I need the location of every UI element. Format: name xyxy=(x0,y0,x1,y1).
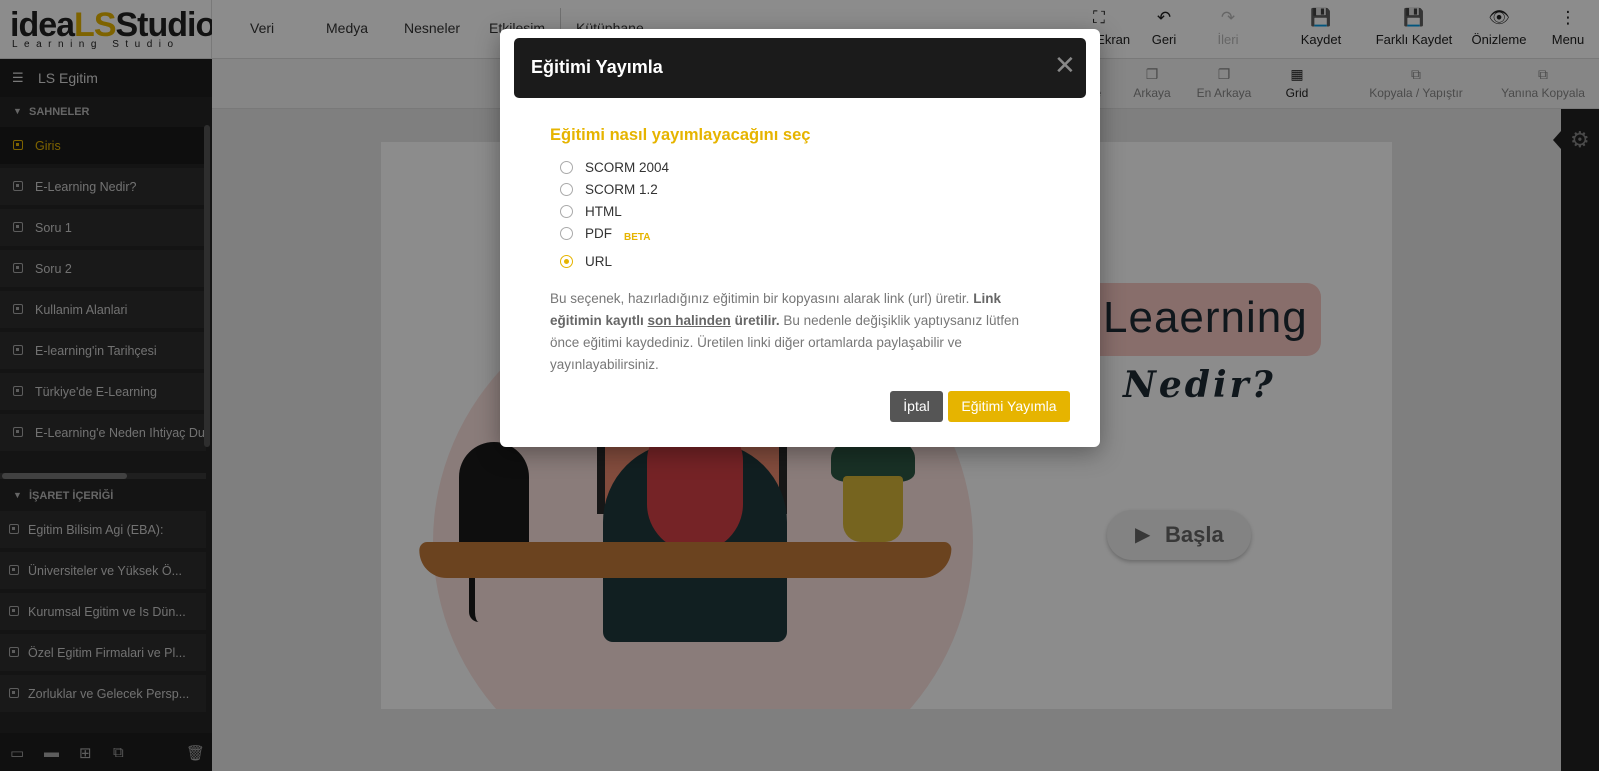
beta-badge: BETA xyxy=(624,232,651,243)
close-icon[interactable]: ✕ xyxy=(1054,52,1076,78)
publish-dialog: Eğitimi Yayımla ✕ Eğitimi nasıl yayımlay… xyxy=(500,29,1100,447)
dialog-subtitle: Eğitimi nasıl yayımlayacağını seç xyxy=(550,126,811,144)
radio-button[interactable] xyxy=(560,183,573,196)
option-description: Bu seçenek, hazırladığınız eğitimin bir … xyxy=(550,291,1020,372)
cancel-button[interactable]: İptal xyxy=(890,391,943,422)
radio-button[interactable] xyxy=(560,205,573,218)
radio-button[interactable] xyxy=(560,227,573,240)
radio-button-selected[interactable] xyxy=(560,255,573,268)
dialog-title: Eğitimi Yayımla xyxy=(531,57,663,77)
dialog-header: Eğitimi Yayımla ✕ xyxy=(514,38,1086,98)
publish-button[interactable]: Eğitimi Yayımla xyxy=(948,391,1070,422)
radio-button[interactable] xyxy=(560,161,573,174)
